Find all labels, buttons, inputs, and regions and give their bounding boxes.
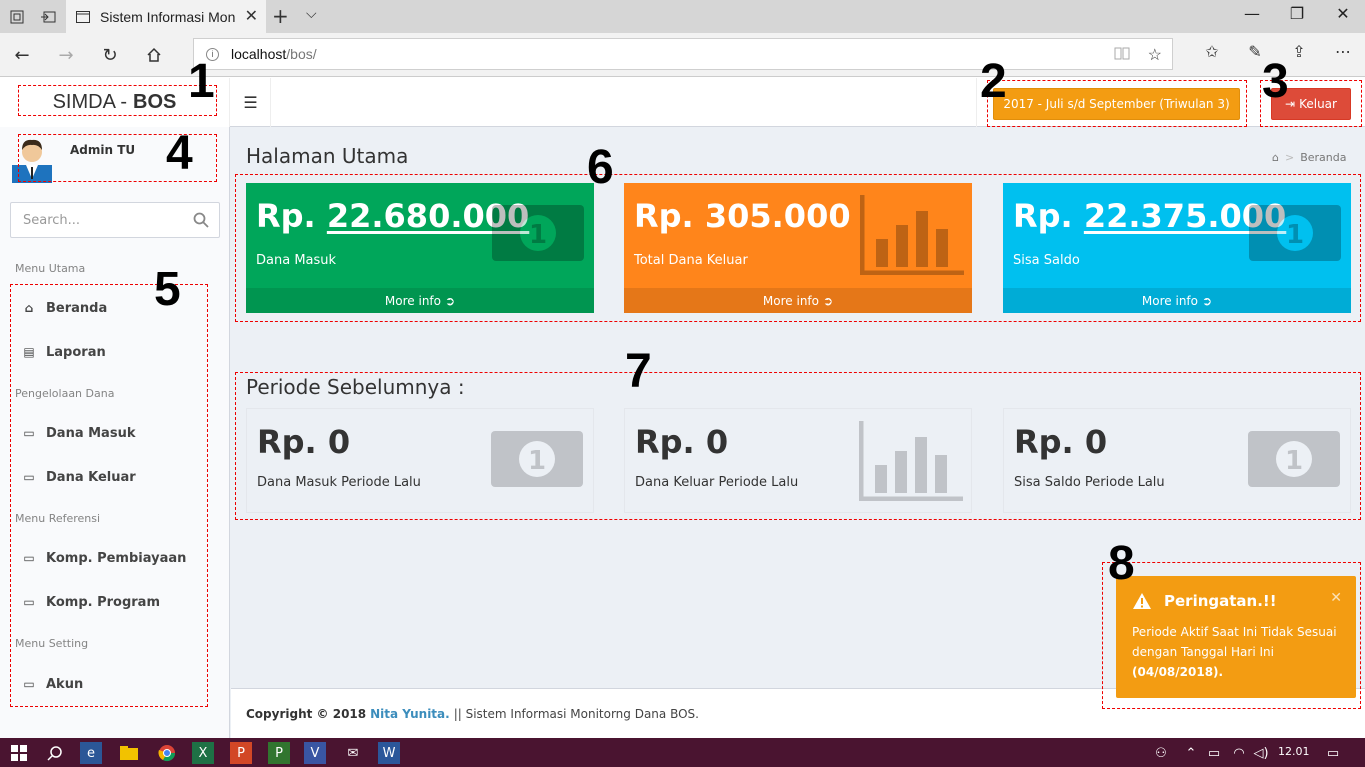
favorites-icon[interactable]: ✩ [1199, 42, 1225, 61]
clock-time[interactable]: 12.01 [1278, 745, 1310, 758]
more-icon[interactable]: ⋯ [1330, 42, 1356, 61]
footer-text: || Sistem Informasi Monitorng Dana BOS. [453, 706, 699, 721]
chevron-down-icon[interactable]: ⌵ [306, 6, 317, 22]
battery-icon[interactable]: ▭ [1203, 742, 1225, 764]
word-icon[interactable]: W [378, 742, 400, 764]
close-tab-icon[interactable]: ✕ [245, 6, 258, 25]
url-host: localhost [231, 46, 287, 62]
url-field[interactable]: i localhost/bos/ ☆ [193, 38, 1173, 70]
marker-number-8: 8 [1108, 537, 1135, 590]
breadcrumb-separator: > [1284, 151, 1295, 164]
search-placeholder: Search... [23, 212, 81, 228]
back-icon[interactable]: ← [10, 43, 34, 67]
url-path: /bos/ [286, 46, 317, 62]
footer-copyright: Copyright © 2018 [246, 706, 367, 721]
search-input[interactable]: Search... [10, 202, 220, 238]
edge-browser-icon[interactable]: e [80, 742, 102, 764]
page-title: Halaman Utama [246, 144, 409, 168]
marker-number-2: 2 [980, 55, 1007, 108]
home-icon[interactable]: ⌂ [1272, 151, 1279, 164]
share-icon[interactable]: ⇪ [1286, 42, 1312, 61]
people-icon[interactable]: ⚇ [1150, 742, 1172, 764]
breadcrumb: ⌂ > Beranda [1272, 151, 1346, 164]
reading-view-icon[interactable] [1114, 45, 1130, 66]
marker-number-4: 4 [166, 127, 193, 180]
window-close-icon[interactable]: ✕ [1328, 4, 1358, 23]
page-icon [76, 10, 90, 23]
marker-box-alert [1102, 562, 1361, 709]
visio-icon[interactable]: V [304, 742, 326, 764]
forward-icon[interactable]: → [54, 43, 78, 67]
notifications-icon[interactable]: ▭ [1322, 742, 1344, 764]
marker-box-summary [235, 174, 1361, 322]
breadcrumb-item[interactable]: Beranda [1300, 151, 1346, 164]
menu-header-utama: Menu Utama [15, 262, 86, 275]
browser-tab-strip: Sistem Informasi Monito ✕ + ⌵ — ❐ ✕ [0, 0, 1365, 33]
footer-author-link[interactable]: Nita Yunita. [370, 707, 450, 721]
favorite-star-icon[interactable]: ☆ [1148, 45, 1162, 66]
tab-title: Sistem Informasi Monito [100, 8, 235, 25]
marker-box-previous [235, 372, 1361, 520]
file-explorer-icon[interactable] [118, 742, 140, 764]
mail-icon[interactable]: ✉ [342, 742, 364, 764]
wifi-icon[interactable]: ◠ [1228, 742, 1250, 764]
marker-number-5: 5 [154, 263, 181, 316]
search-icon[interactable] [44, 742, 66, 764]
set-aside-tabs-icon[interactable] [35, 5, 61, 29]
marker-number-3: 3 [1262, 55, 1289, 108]
sidebar-toggle-icon[interactable]: ☰ [231, 78, 271, 127]
windows-taskbar: e X P P V ✉ W ⚇ ⌃ ▭ ◠ ◁) 12.01 ▭ [0, 738, 1365, 767]
windows-start-icon[interactable] [8, 742, 30, 764]
new-tab-icon[interactable]: + [272, 4, 289, 28]
marker-box-menu [10, 284, 208, 707]
powerpoint-icon[interactable]: P [230, 742, 252, 764]
project-icon[interactable]: P [268, 742, 290, 764]
marker-number-7: 7 [625, 345, 652, 398]
minimize-icon[interactable]: — [1237, 4, 1267, 23]
refresh-icon[interactable]: ↻ [98, 43, 122, 67]
chrome-icon[interactable] [156, 742, 178, 764]
tab-actions-icon[interactable] [4, 5, 30, 29]
search-icon[interactable] [193, 212, 209, 228]
marker-box-periode [987, 80, 1247, 127]
marker-number-6: 6 [587, 141, 614, 194]
excel-icon[interactable]: X [192, 742, 214, 764]
app-container: SIMDA - BOS ☰ 2017 - Juli s/d September (… [0, 58, 1365, 738]
volume-icon[interactable]: ◁) [1250, 742, 1272, 764]
chevron-up-icon[interactable]: ⌃ [1180, 742, 1202, 764]
restore-icon[interactable]: ❐ [1282, 4, 1312, 23]
marker-number-1: 1 [188, 55, 215, 108]
home-icon[interactable] [142, 43, 166, 67]
browser-tab-active[interactable]: Sistem Informasi Monito ✕ [66, 0, 266, 33]
